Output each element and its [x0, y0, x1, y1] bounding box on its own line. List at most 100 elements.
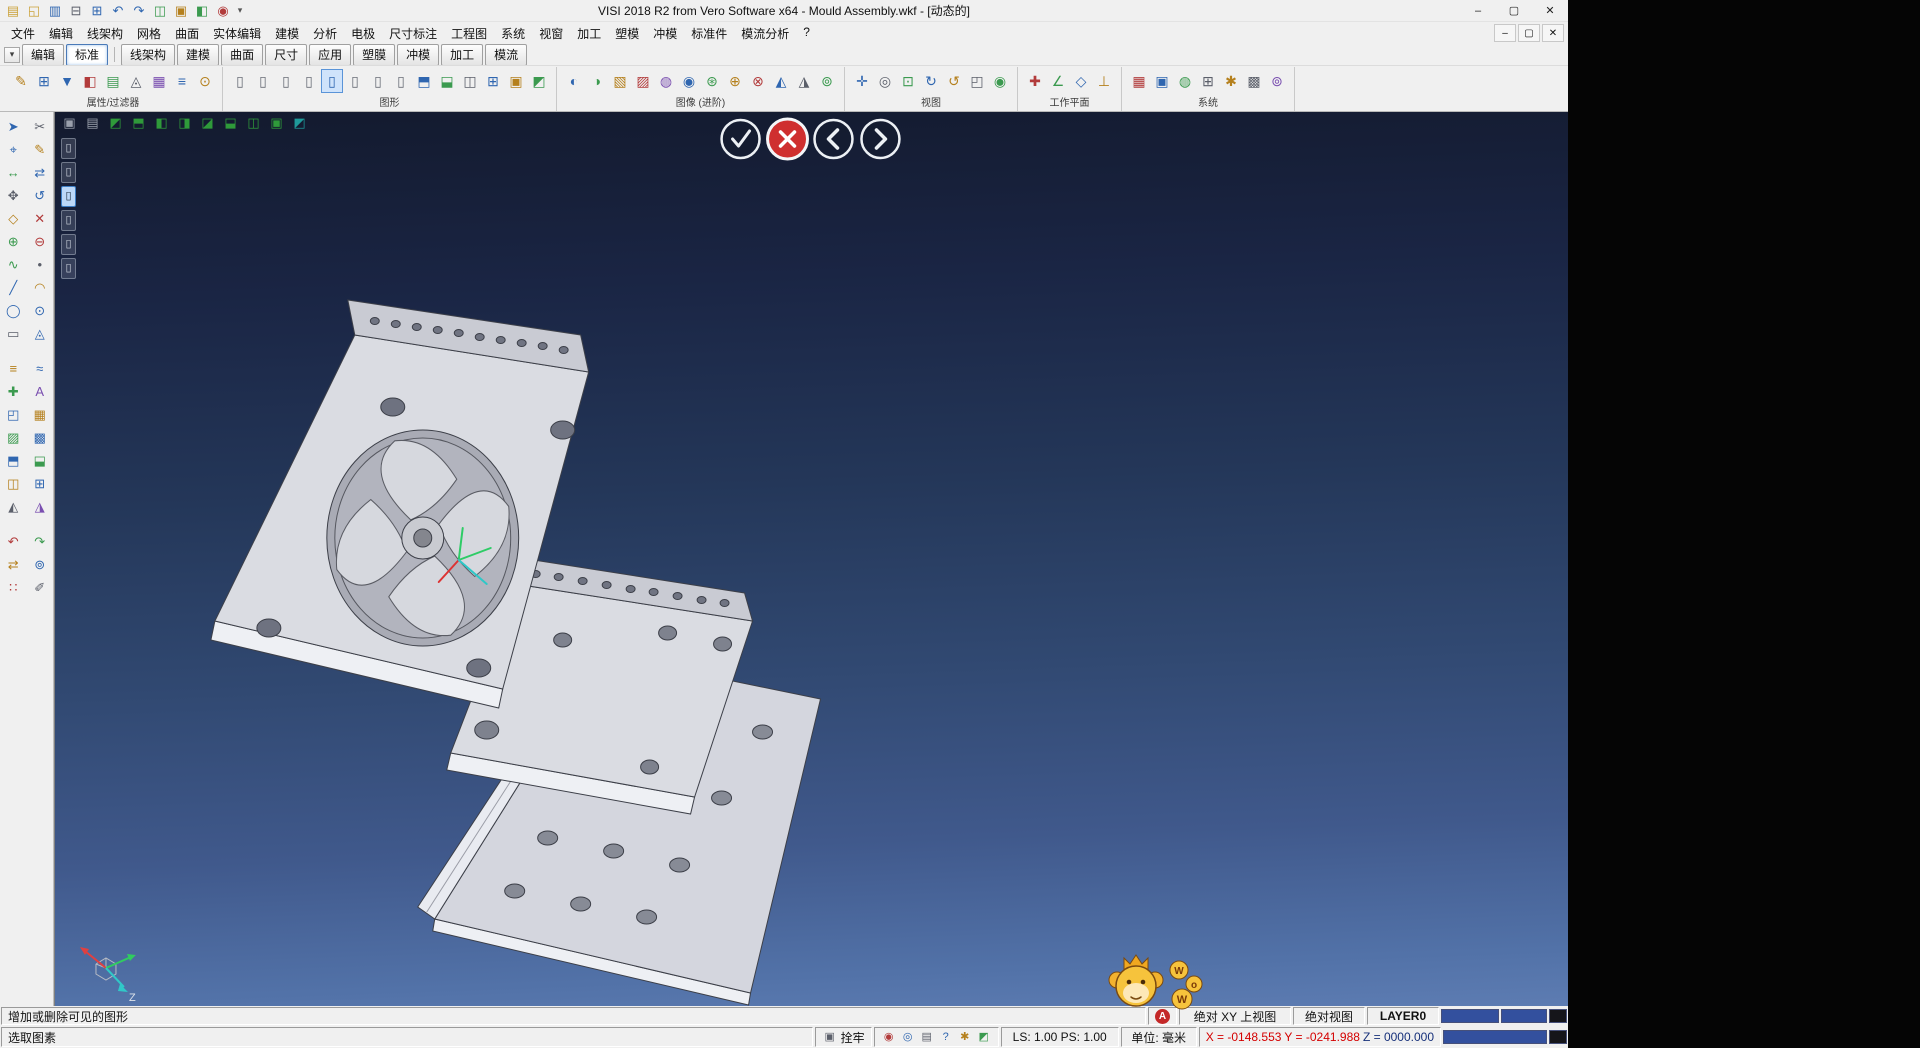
tab-dropdown-icon[interactable]: ▾	[4, 47, 20, 63]
menu-window[interactable]: 视窗	[532, 22, 570, 45]
tab-modelling[interactable]: 建模	[177, 44, 219, 66]
print-icon[interactable]: ⊟	[66, 2, 86, 20]
visibility-cylinder-3-icon[interactable]: ▯	[275, 69, 297, 93]
visibility-cylinder-4-icon[interactable]: ▯	[298, 69, 320, 93]
active-layer-cell[interactable]: LAYER0	[1367, 1007, 1439, 1025]
minimize-button[interactable]: –	[1460, 0, 1496, 21]
menu-modelling[interactable]: 建模	[268, 22, 306, 45]
menu-mesh[interactable]: 网格	[130, 22, 168, 45]
status-cube-icon[interactable]: ◩	[976, 1030, 992, 1044]
swap-icon[interactable]: ⇄	[1, 554, 25, 575]
detach-icon[interactable]: ⊖	[28, 231, 52, 252]
view-left-icon[interactable]: ◪	[197, 114, 218, 131]
section-box-icon[interactable]: ▣	[505, 69, 527, 93]
paste-icon[interactable]: ▣	[171, 2, 191, 20]
prism-icon[interactable]: ◭	[1, 496, 25, 517]
workplane-origin-icon[interactable]: ✚	[1024, 69, 1046, 93]
menu-drafting[interactable]: 工程图	[444, 22, 494, 45]
tab-mould[interactable]: 塑膜	[353, 44, 395, 66]
corner-swatch-2[interactable]	[1549, 1030, 1567, 1044]
filter-color-icon[interactable]: ◧	[79, 69, 101, 93]
view-dynamic-icon[interactable]: ◩	[289, 114, 310, 131]
ellipse-icon[interactable]: ⊙	[28, 300, 52, 321]
menu-help[interactable]: ?	[796, 22, 817, 45]
new-file-icon[interactable]: ▤	[3, 2, 23, 20]
child-restore-button[interactable]: ▢	[1518, 24, 1540, 42]
surface-slab-icon[interactable]: ⬓	[28, 450, 52, 471]
copy-attributes-icon[interactable]: ⊞	[33, 69, 55, 93]
region-icon[interactable]: ◰	[1, 404, 25, 425]
menu-file[interactable]: 文件	[4, 22, 42, 45]
coord-color-swatch[interactable]	[1443, 1030, 1547, 1044]
curve-icon[interactable]: ∿	[1, 254, 25, 275]
insert-icon[interactable]: ✚	[1, 381, 25, 402]
viewport-3d[interactable]: Z	[54, 112, 1568, 1006]
snap-settings-icon[interactable]: ✱	[1220, 69, 1242, 93]
workplane-view-icon[interactable]: ⊥	[1093, 69, 1115, 93]
menu-surface[interactable]: 曲面	[168, 22, 206, 45]
wireframe-box-icon[interactable]: ⬓	[436, 69, 458, 93]
arc-icon[interactable]: ◠	[28, 277, 52, 298]
status-gear-icon[interactable]: ✱	[957, 1030, 973, 1044]
extrude-icon[interactable]: ⊞	[28, 473, 52, 494]
polygon-icon[interactable]: ◬	[28, 323, 52, 344]
menu-dimensioning[interactable]: 尺寸标注	[382, 22, 444, 45]
zoom-window-icon[interactable]: ◎	[874, 69, 896, 93]
rotate-view-icon[interactable]: ↻	[920, 69, 942, 93]
copy-icon[interactable]: ◫	[150, 2, 170, 20]
hidden-line-box-icon[interactable]: ◫	[459, 69, 481, 93]
trim-icon[interactable]: ✂	[28, 116, 52, 137]
view-back-icon[interactable]: ⬓	[220, 114, 241, 131]
menu-mould[interactable]: 塑模	[608, 22, 646, 45]
menu-analysis[interactable]: 分析	[306, 22, 344, 45]
texture-icon[interactable]: ◍	[655, 69, 677, 93]
menu-edit[interactable]: 编辑	[42, 22, 80, 45]
menu-machining[interactable]: 加工	[570, 22, 608, 45]
undo-icon[interactable]: ↶	[108, 2, 128, 20]
hatch-icon[interactable]: ▨	[1, 427, 25, 448]
properties-icon[interactable]: ≡	[171, 69, 193, 93]
rotate-icon[interactable]: ↺	[28, 185, 52, 206]
view-right-icon[interactable]: ◨	[174, 114, 195, 131]
pan-icon[interactable]: ⊡	[897, 69, 919, 93]
view-axonometric-icon[interactable]: ▣	[266, 114, 287, 131]
cancel-button[interactable]	[768, 119, 808, 159]
pattern-icon[interactable]: ▩	[28, 427, 52, 448]
solid-box-icon[interactable]: ⬒	[1, 450, 25, 471]
plane-slot-3-icon[interactable]: ▯	[61, 186, 76, 207]
entity-info-icon[interactable]: ⊙	[194, 69, 216, 93]
matrix-icon[interactable]: ▩	[1243, 69, 1265, 93]
units-readout[interactable]: 单位: 毫米	[1121, 1027, 1197, 1047]
sketch-icon[interactable]: ✎	[28, 139, 52, 160]
plane-slot-2-icon[interactable]: ▯	[61, 162, 76, 183]
absolute-view-cell[interactable]: 绝对视图	[1293, 1007, 1365, 1025]
menu-standard-parts[interactable]: 标准件	[684, 22, 734, 45]
status-help-icon[interactable]: ?	[938, 1030, 954, 1044]
plane-slot-4-icon[interactable]: ▯	[61, 210, 76, 231]
tab-machining[interactable]: 加工	[441, 44, 483, 66]
dynamic-view-icon[interactable]: ◉	[989, 69, 1011, 93]
tab-edit[interactable]: 编辑	[22, 44, 64, 66]
child-minimize-button[interactable]: –	[1494, 24, 1516, 42]
shading-icon[interactable]: ◐	[563, 69, 585, 93]
back-button[interactable]	[814, 120, 852, 158]
tab-standard[interactable]: 标准	[66, 44, 108, 66]
snap-icon[interactable]: ⌖	[1, 139, 25, 160]
render-box-icon[interactable]: ◩	[528, 69, 550, 93]
status-snapshot-icon[interactable]: ◉	[881, 1030, 897, 1044]
viewports-icon[interactable]: ◰	[966, 69, 988, 93]
previous-view-icon[interactable]: ↺	[943, 69, 965, 93]
pen-icon[interactable]: ✐	[28, 577, 52, 598]
quick-access-dropdown-icon[interactable]: ▾	[233, 2, 247, 20]
scale-icon[interactable]: ◇	[1, 208, 25, 229]
circle-icon[interactable]: ◯	[1, 300, 25, 321]
offset-icon[interactable]: ≡	[1, 358, 25, 379]
menu-electrode[interactable]: 电极	[344, 22, 382, 45]
close-button[interactable]: ✕	[1532, 0, 1568, 21]
visibility-cylinder-1-icon[interactable]: ▯	[229, 69, 251, 93]
tab-surface[interactable]: 曲面	[221, 44, 263, 66]
delete-icon[interactable]: ✕	[28, 208, 52, 229]
lock-toggle[interactable]: ▣ 拴牢	[815, 1027, 872, 1047]
visibility-cylinder-7-icon[interactable]: ▯	[367, 69, 389, 93]
menu-solid-edit[interactable]: 实体编辑	[206, 22, 268, 45]
